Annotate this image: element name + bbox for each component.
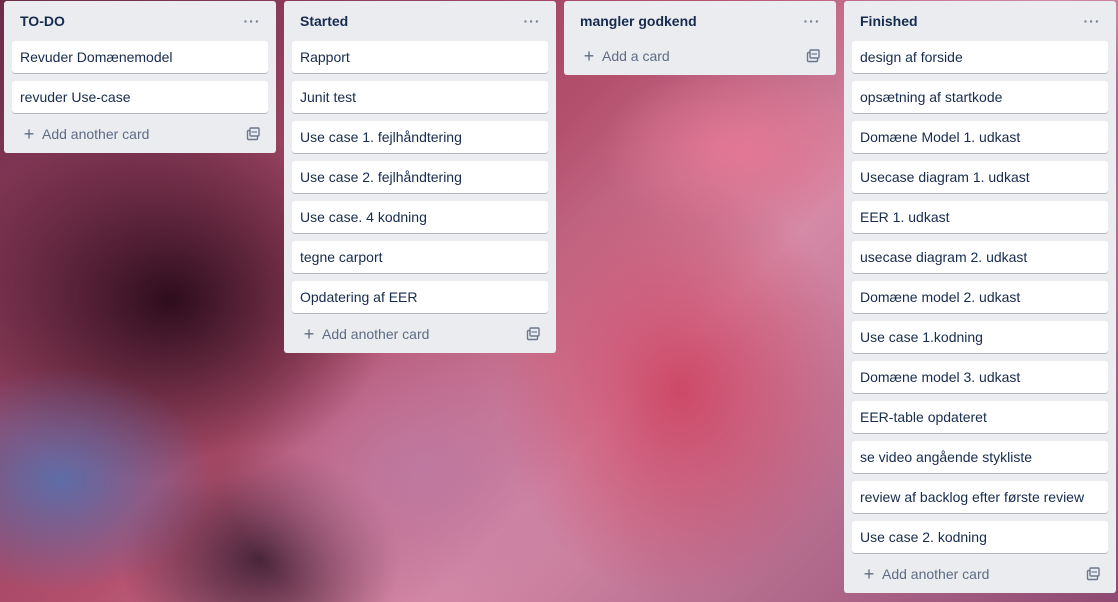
list-header: mangler godkend ··· (572, 1, 828, 41)
add-card-button[interactable]: + Add another card (862, 564, 990, 584)
card[interactable]: Use case. 4 kodning (292, 201, 548, 233)
list-mangler-godkend: mangler godkend ··· + Add a card (564, 1, 836, 75)
card[interactable]: design af forside (852, 41, 1108, 73)
card[interactable]: Domæne model 2. udkast (852, 281, 1108, 313)
add-card-label: Add a card (602, 48, 670, 64)
more-icon[interactable]: ··· (240, 9, 264, 33)
list-title[interactable]: Finished (860, 13, 918, 29)
card[interactable]: Domæne model 3. udkast (852, 361, 1108, 393)
add-card-label: Add another card (882, 566, 990, 582)
list-started: Started ··· Rapport Junit test Use case … (284, 1, 556, 353)
list-finished: Finished ··· design af forside opsætning… (844, 1, 1116, 593)
card[interactable]: Opdatering af EER (292, 281, 548, 313)
list-header: Started ··· (292, 1, 548, 41)
card[interactable]: review af backlog efter første review (852, 481, 1108, 513)
card-template-icon[interactable] (246, 127, 260, 141)
add-card-label: Add another card (42, 126, 150, 142)
card[interactable]: se video angående stykliste (852, 441, 1108, 473)
list-header: TO-DO ··· (12, 1, 268, 41)
card[interactable]: Usecase diagram 1. udkast (852, 161, 1108, 193)
more-icon[interactable]: ··· (800, 9, 824, 33)
more-icon[interactable]: ··· (520, 9, 544, 33)
card[interactable]: EER-table opdateret (852, 401, 1108, 433)
list-footer: + Add another card (852, 555, 1108, 593)
card-template-icon[interactable] (806, 49, 820, 63)
plus-icon: + (863, 564, 875, 584)
card[interactable]: Revuder Domænemodel (12, 41, 268, 73)
list-todo: TO-DO ··· Revuder Domænemodel revuder Us… (4, 1, 276, 153)
card-template-icon[interactable] (526, 327, 540, 341)
card[interactable]: Rapport (292, 41, 548, 73)
add-card-button[interactable]: + Add a card (582, 47, 670, 65)
card[interactable]: Use case 1.kodning (852, 321, 1108, 353)
list-title[interactable]: mangler godkend (580, 13, 697, 29)
list-footer: + Add another card (12, 115, 268, 153)
card-template-icon[interactable] (1086, 567, 1100, 581)
list-title[interactable]: TO-DO (20, 13, 65, 29)
list-footer: + Add another card (292, 315, 548, 353)
card[interactable]: Use case 2. fejlhåndtering (292, 161, 548, 193)
card[interactable]: Domæne Model 1. udkast (852, 121, 1108, 153)
card[interactable]: Use case 1. fejlhåndtering (292, 121, 548, 153)
board: TO-DO ··· Revuder Domænemodel revuder Us… (0, 0, 1118, 602)
card[interactable]: tegne carport (292, 241, 548, 273)
add-card-button[interactable]: + Add another card (302, 324, 430, 344)
list-header: Finished ··· (852, 1, 1108, 41)
card[interactable]: usecase diagram 2. udkast (852, 241, 1108, 273)
list-footer: + Add a card (572, 37, 828, 75)
card[interactable]: EER 1. udkast (852, 201, 1108, 233)
card[interactable]: Use case 2. kodning (852, 521, 1108, 553)
plus-icon: + (583, 46, 595, 66)
add-card-label: Add another card (322, 326, 430, 342)
plus-icon: + (303, 324, 315, 344)
card[interactable]: Junit test (292, 81, 548, 113)
card[interactable]: revuder Use-case (12, 81, 268, 113)
card[interactable]: opsætning af startkode (852, 81, 1108, 113)
plus-icon: + (23, 124, 35, 144)
more-icon[interactable]: ··· (1080, 9, 1104, 33)
list-title[interactable]: Started (300, 13, 348, 29)
add-card-button[interactable]: + Add another card (22, 124, 150, 144)
